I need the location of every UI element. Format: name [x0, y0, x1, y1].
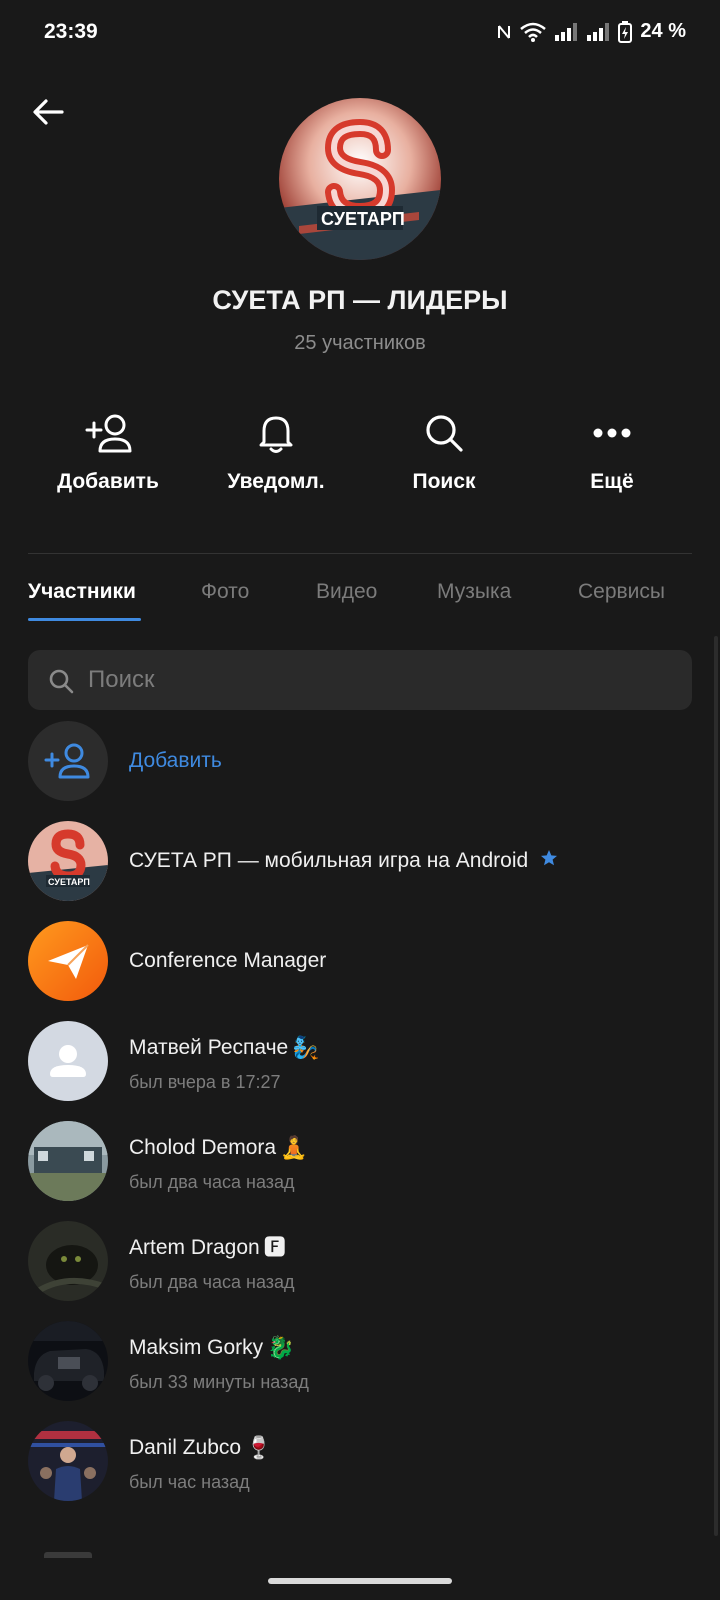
- user-placeholder-icon: [50, 1045, 86, 1077]
- more-action-button[interactable]: Ещё: [532, 410, 692, 494]
- add-action-button[interactable]: Добавить: [28, 410, 188, 494]
- search-icon: [364, 410, 524, 456]
- action-bar: Добавить Уведомл. Поиск Ещё: [0, 410, 720, 500]
- signal-icon: [554, 22, 578, 42]
- notifications-action-label: Уведомл.: [227, 470, 325, 493]
- tab-photo[interactable]: Фото: [201, 580, 249, 604]
- tab-music[interactable]: Музыка: [437, 580, 511, 604]
- emoji: 🧘: [280, 1135, 308, 1160]
- avatar: [28, 1121, 108, 1201]
- avatar: [28, 1321, 108, 1401]
- member-row[interactable]: Artem Dragon 🅵 был два часа назад: [0, 1211, 720, 1311]
- member-name-text: Danil Zubco: [129, 1436, 242, 1459]
- member-name-text: Maksim Gorky: [129, 1336, 264, 1359]
- member-name: Danil Zubco 🍷: [129, 1436, 272, 1460]
- wifi-icon: [520, 22, 547, 42]
- avatar-text: СУЕТАРП: [48, 877, 90, 887]
- search-placeholder: Поиск: [88, 666, 155, 693]
- star-icon: [540, 849, 558, 873]
- member-name-text: Cholod Demora: [129, 1136, 277, 1159]
- member-row[interactable]: Danil Zubco 🍷 был час назад: [0, 1411, 720, 1511]
- notifications-action-button[interactable]: Уведомл.: [196, 410, 356, 494]
- member-name: Матвей Респаче 🧞: [129, 1036, 320, 1060]
- member-name: Cholod Demora 🧘: [129, 1136, 307, 1160]
- member-status: был два часа назад: [129, 1172, 295, 1192]
- home-indicator[interactable]: [268, 1578, 452, 1584]
- battery-percent: 24 %: [640, 20, 686, 42]
- emoji: 🐉: [267, 1335, 295, 1360]
- tab-video[interactable]: Видео: [316, 580, 377, 604]
- member-name: Artem Dragon 🅵: [129, 1236, 286, 1260]
- member-status: был час назад: [129, 1472, 250, 1492]
- member-row[interactable]: Cholod Demora 🧘 был два часа назад: [0, 1111, 720, 1211]
- battery-icon: [618, 20, 633, 43]
- member-row[interactable]: Матвей Респаче 🧞 был вчера в 17:27: [0, 1011, 720, 1111]
- tab-services[interactable]: Сервисы: [578, 580, 665, 604]
- more-action-label: Ещё: [590, 470, 634, 493]
- member-status: был вчера в 17:27: [129, 1072, 281, 1092]
- signal-icon-2: [586, 22, 610, 42]
- member-name-text: Матвей Респаче: [129, 1036, 289, 1059]
- emoji: 🍷: [245, 1435, 273, 1460]
- member-name: Maksim Gorky 🐉: [129, 1336, 295, 1360]
- search-icon: [48, 668, 74, 699]
- search-action-button[interactable]: Поиск: [364, 410, 524, 494]
- nfc-icon: [496, 22, 512, 42]
- add-user-icon: [44, 743, 90, 779]
- group-title: СУЕТА РП — ЛИДЕРЫ: [212, 285, 508, 315]
- add-member-row[interactable]: Добавить: [0, 711, 720, 811]
- bell-icon: [196, 410, 356, 456]
- group-avatar[interactable]: СУЕТАРП: [279, 98, 441, 260]
- tab-members[interactable]: Участники: [28, 580, 136, 604]
- back-button[interactable]: [28, 92, 68, 132]
- emoji: 🧞: [292, 1035, 320, 1060]
- group-avatar-text: СУЕТАРП: [321, 209, 405, 229]
- member-search-input[interactable]: Поиск: [28, 650, 692, 710]
- add-member-avatar: [28, 721, 108, 801]
- emoji: 🅵: [263, 1235, 286, 1260]
- avatar: [28, 1421, 108, 1501]
- active-tab-indicator: [28, 618, 141, 621]
- add-user-icon: [28, 410, 188, 456]
- divider: [28, 553, 692, 554]
- member-row[interactable]: Conference Manager: [0, 911, 720, 1011]
- member-name: СУЕТА РП — мобильная игра на Android: [129, 849, 558, 873]
- member-row[interactable]: Maksim Gorky 🐉 был 33 минуты назад: [0, 1311, 720, 1411]
- member-status: был 33 минуты назад: [129, 1372, 309, 1392]
- member-name: Conference Manager: [129, 949, 327, 972]
- status-bar: 23:39 24 %: [0, 0, 720, 64]
- member-row[interactable]: СУЕТАРП СУЕТА РП — мобильная игра на And…: [0, 811, 720, 911]
- avatar: СУЕТАРП: [28, 821, 108, 901]
- search-action-label: Поиск: [412, 470, 476, 493]
- status-time: 23:39: [44, 20, 98, 43]
- members-count[interactable]: 25 участников: [0, 332, 720, 355]
- member-name-text: Artem Dragon: [129, 1236, 260, 1259]
- avatar: [28, 921, 108, 1001]
- member-status: был два часа назад: [129, 1272, 295, 1292]
- avatar: [28, 1021, 108, 1101]
- add-action-label: Добавить: [57, 470, 159, 493]
- status-icons: 24 %: [496, 20, 686, 43]
- next-avatar-partial: [44, 1552, 92, 1558]
- more-icon: [532, 410, 692, 456]
- add-member-label: Добавить: [129, 749, 222, 772]
- member-name-text: СУЕТА РП — мобильная игра на Android: [129, 849, 529, 872]
- arrow-left-icon: [33, 99, 64, 125]
- avatar: [28, 1221, 108, 1301]
